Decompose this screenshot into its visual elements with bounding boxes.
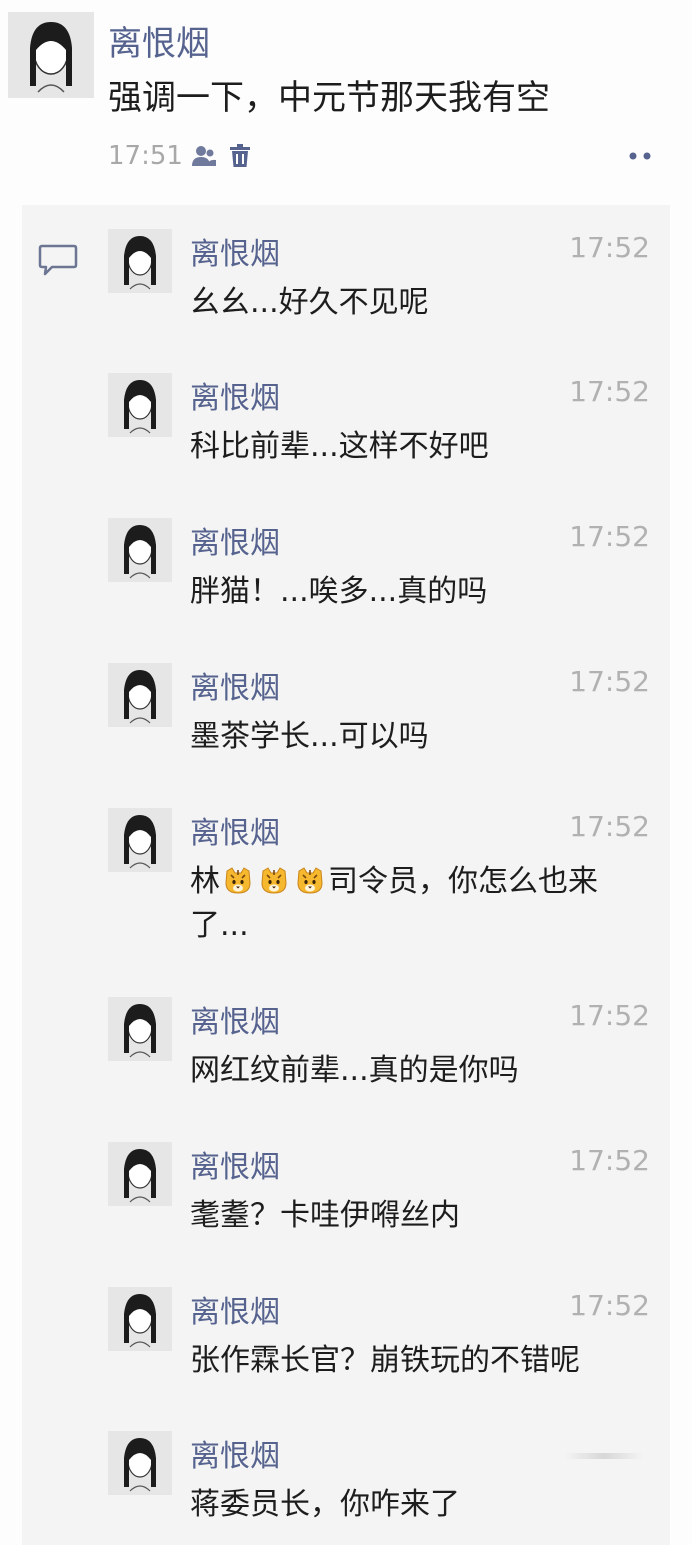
comment-text: 幺幺...好久不见呢: [190, 285, 429, 320]
post-time: 17:51: [108, 141, 183, 171]
comment-text: 耄耋？卡哇伊嘚丝内: [190, 1198, 460, 1233]
post-text: 强调一下，中元节那天我有空: [108, 78, 550, 118]
comment-avatar[interactable]: [108, 1287, 172, 1351]
comments-panel: 离恨烟 17:52 幺幺...好久不见呢 离恨烟 17:52 科比前辈...这样…: [22, 205, 670, 1545]
comment-time: 17:52: [569, 810, 650, 843]
post-meta: 17:51: [108, 136, 255, 176]
comment-author[interactable]: 离恨烟: [190, 373, 280, 417]
contacts-icon[interactable]: [189, 141, 219, 171]
comment-time: 17:52: [569, 375, 650, 408]
moments-page: 离恨烟 强调一下，中元节那天我有空 17:51 离恨烟 17:52 幺幺...好…: [0, 0, 692, 1545]
comment-author[interactable]: 离恨烟: [190, 518, 280, 562]
comment-avatar[interactable]: [108, 1431, 172, 1495]
comment-author[interactable]: 离恨烟: [190, 1287, 280, 1331]
post-author-avatar[interactable]: [8, 12, 94, 98]
comment-icon: [38, 243, 78, 277]
comment-author[interactable]: 离恨烟: [190, 1142, 280, 1186]
comment-avatar[interactable]: [108, 373, 172, 437]
comment-author[interactable]: 离恨烟: [190, 997, 280, 1041]
comment-time: 17:52: [569, 999, 650, 1032]
comment-text: 胖猫！...唉多...真的吗: [190, 574, 488, 609]
comment-avatar[interactable]: [108, 518, 172, 582]
comment-time: 17:52: [569, 231, 650, 264]
more-icon[interactable]: [618, 142, 662, 170]
post-author-name[interactable]: 离恨烟: [108, 16, 210, 65]
comment-avatar[interactable]: [108, 808, 172, 872]
trash-icon[interactable]: [225, 141, 255, 171]
comment-author[interactable]: 离恨烟: [190, 808, 280, 852]
comment-avatar[interactable]: [108, 1142, 172, 1206]
comment-avatar[interactable]: [108, 229, 172, 293]
comment-text: 科比前辈...这样不好吧: [190, 429, 489, 464]
comment-author[interactable]: 离恨烟: [190, 663, 280, 707]
comment-avatar[interactable]: [108, 663, 172, 727]
comment-author[interactable]: 离恨烟: [190, 229, 280, 273]
faded-timestamp: [564, 1453, 644, 1459]
comment-avatar[interactable]: [108, 997, 172, 1061]
tiger-face-emoji: [295, 864, 325, 894]
tiger-face-emoji: [259, 864, 289, 894]
comment-time: 17:52: [569, 520, 650, 553]
tiger-face-emoji: [223, 864, 253, 894]
comment-author[interactable]: 离恨烟: [190, 1431, 280, 1475]
comment-time: 17:52: [569, 1144, 650, 1177]
comment-text: 蒋委员长，你咋来了: [190, 1487, 460, 1522]
comment-time: 17:52: [569, 665, 650, 698]
comment-text-before: 林: [190, 864, 220, 899]
comment-text: 墨茶学长...可以吗: [190, 719, 429, 754]
comment-text: 网红纹前辈...真的是你吗: [190, 1053, 519, 1088]
comment-time: 17:52: [569, 1289, 650, 1322]
comment-text: 张作霖长官？崩铁玩的不错呢: [190, 1343, 580, 1378]
comment-text: 林司令员，你怎么也来了...: [190, 860, 650, 948]
